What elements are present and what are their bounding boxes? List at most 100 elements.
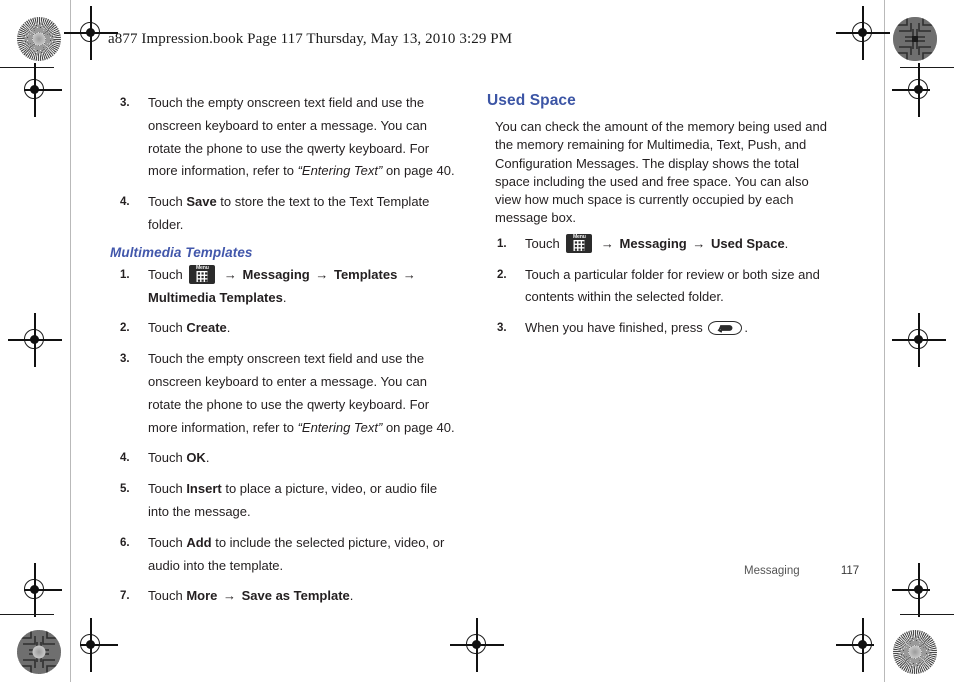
step-text-fragment: “Entering Text”	[297, 163, 383, 179]
step-text-fragment: Messaging	[619, 235, 687, 251]
numbered-step: 4. Touch OK.	[110, 447, 458, 470]
arrow-separator-icon: →	[399, 266, 416, 282]
trim-mark-horizontal-bottom-right	[900, 614, 954, 616]
step-text-fragment: Touch	[148, 266, 187, 282]
step-text-fragment: .	[744, 320, 749, 336]
menu-key-icon: Menu	[189, 264, 216, 284]
numbered-step: 7. Touch More → Save as Template.	[110, 585, 458, 608]
step-body: Touch Create.	[148, 320, 230, 335]
step-text-fragment: Add	[186, 534, 212, 550]
numbered-step: 1. Touch Menu → Messaging → Used Space.	[487, 233, 835, 256]
trim-guide-vertical-left	[70, 0, 71, 682]
numbered-step: 1. Touch Menu → Messaging → Templates → M…	[110, 264, 458, 310]
step-text-fragment: .	[349, 588, 354, 604]
step-number: 4.	[120, 452, 130, 465]
step-text-fragment: Touch a particular folder for review or …	[525, 266, 820, 305]
registration-mark-bottom-center	[450, 618, 504, 672]
step-text-fragment: More	[186, 588, 218, 604]
footer-page-number: 117	[840, 565, 860, 577]
step-number: 6.	[120, 536, 130, 549]
step-text-fragment: Touch	[148, 194, 187, 210]
numbered-step: 3. Touch the empty onscreen text field an…	[110, 348, 458, 439]
step-body: Touch More → Save as Template.	[148, 588, 353, 603]
arrow-separator-icon: →	[220, 266, 241, 282]
right-text-column: Used Space You can check the amount of t…	[487, 92, 835, 348]
step-text-fragment: When you have finished, press	[525, 320, 707, 336]
color-star-target-top-left	[17, 17, 61, 61]
multimedia-templates-step-list: 1. Touch Menu → Messaging → Templates → M…	[110, 264, 458, 608]
registration-mark-right-bottom	[892, 563, 934, 617]
step-text-fragment: “Entering Text”	[297, 419, 383, 435]
step-body: Touch Save to store the text to the Text…	[148, 194, 429, 232]
maze-target-top-right	[893, 17, 937, 61]
step-text-fragment: .	[282, 289, 287, 305]
step-text-fragment: Touch	[148, 534, 187, 550]
step-body: Touch the empty onscreen text field and …	[148, 95, 455, 178]
used-space-step-list: 1. Touch Menu → Messaging → Used Space. 2.…	[487, 233, 835, 340]
numbered-step: 2. Touch Create.	[110, 317, 458, 340]
trim-mark-horizontal-bottom-left	[0, 614, 54, 616]
registration-mark-right-top	[892, 63, 934, 117]
step-text-fragment: Touch	[148, 481, 187, 497]
step-body: Touch Menu → Messaging → Used Space.	[525, 233, 789, 253]
step-number: 3.	[120, 97, 130, 109]
registration-mark-left-bottom	[20, 563, 62, 617]
footer-chapter-name: Messaging	[744, 565, 800, 577]
registration-mark-bottom-right-inner	[836, 618, 878, 672]
registration-mark-top-left-inner	[64, 6, 118, 60]
registration-mark-left-middle	[8, 313, 62, 367]
continued-step-list: 3. Touch the empty onscreen text field an…	[110, 92, 458, 237]
arrow-separator-icon: →	[219, 588, 240, 604]
step-body: Touch Menu → Messaging → Templates → Mul…	[148, 264, 418, 305]
numbered-step: 5. Touch Insert to place a picture, video…	[110, 478, 458, 524]
step-number: 2.	[120, 322, 130, 335]
step-text-fragment: .	[226, 320, 231, 336]
trim-mark-horizontal-top-left	[0, 67, 54, 69]
heading-used-space: Used Space	[487, 92, 576, 109]
menu-key-grid	[196, 271, 208, 283]
step-text-fragment: Used Space	[710, 235, 785, 251]
trim-guide-vertical-right	[884, 0, 885, 682]
left-text-column: 3. Touch the empty onscreen text field an…	[110, 92, 458, 616]
registration-mark-bottom-left-inner	[76, 618, 118, 672]
trim-mark-horizontal-top-right	[900, 67, 954, 69]
menu-key-icon: Menu	[566, 233, 593, 253]
step-text-fragment: OK	[186, 450, 206, 466]
menu-key-label: Menu	[195, 264, 209, 271]
color-star-target-bottom-right	[893, 630, 937, 674]
step-number: 1.	[120, 268, 130, 281]
registration-mark-left-top	[20, 63, 62, 117]
step-text-fragment: on page 40.	[382, 419, 455, 435]
step-number: 2.	[497, 268, 507, 281]
step-text-fragment: .	[784, 235, 789, 251]
numbered-step: 3. When you have finished, press .	[487, 317, 835, 340]
step-number: 3.	[497, 322, 507, 335]
step-number: 3.	[120, 353, 130, 366]
step-text-fragment: Insert	[186, 481, 222, 497]
step-body: Touch Add to include the selected pictur…	[148, 535, 444, 573]
arrow-separator-icon: →	[311, 266, 332, 282]
step-text-fragment: Touch	[148, 450, 187, 466]
used-space-paragraph: You can check the amount of the memory b…	[495, 119, 827, 226]
registration-mark-right-middle	[892, 313, 946, 367]
step-body: When you have finished, press .	[525, 320, 749, 336]
menu-key-label: Menu	[572, 233, 586, 240]
arrow-separator-icon: →	[597, 235, 618, 251]
step-text-fragment: Save as Template	[241, 588, 350, 604]
back-key-icon	[708, 321, 743, 336]
menu-key-grid	[573, 240, 585, 252]
step-body: Touch Insert to place a picture, video, …	[148, 481, 437, 519]
numbered-step: 2. Touch a particular folder for review o…	[487, 264, 835, 310]
step-body: Touch a particular folder for review or …	[525, 267, 820, 305]
step-body: Touch the empty onscreen text field and …	[148, 351, 455, 434]
subheading-multimedia-templates: Multimedia Templates	[110, 244, 253, 260]
step-number: 4.	[120, 196, 130, 209]
numbered-step: 4. Touch Save to store the text to the Te…	[110, 191, 458, 237]
step-number: 1.	[497, 237, 507, 250]
step-number: 7.	[120, 590, 130, 603]
numbered-step: 6. Touch Add to include the selected pict…	[110, 532, 458, 578]
step-text-fragment: .	[205, 450, 210, 466]
document-page: a877 Impression.book Page 117 Thursday, …	[0, 0, 954, 682]
step-text-fragment: Save	[186, 194, 217, 210]
page-footer: Messaging 117	[744, 565, 859, 577]
